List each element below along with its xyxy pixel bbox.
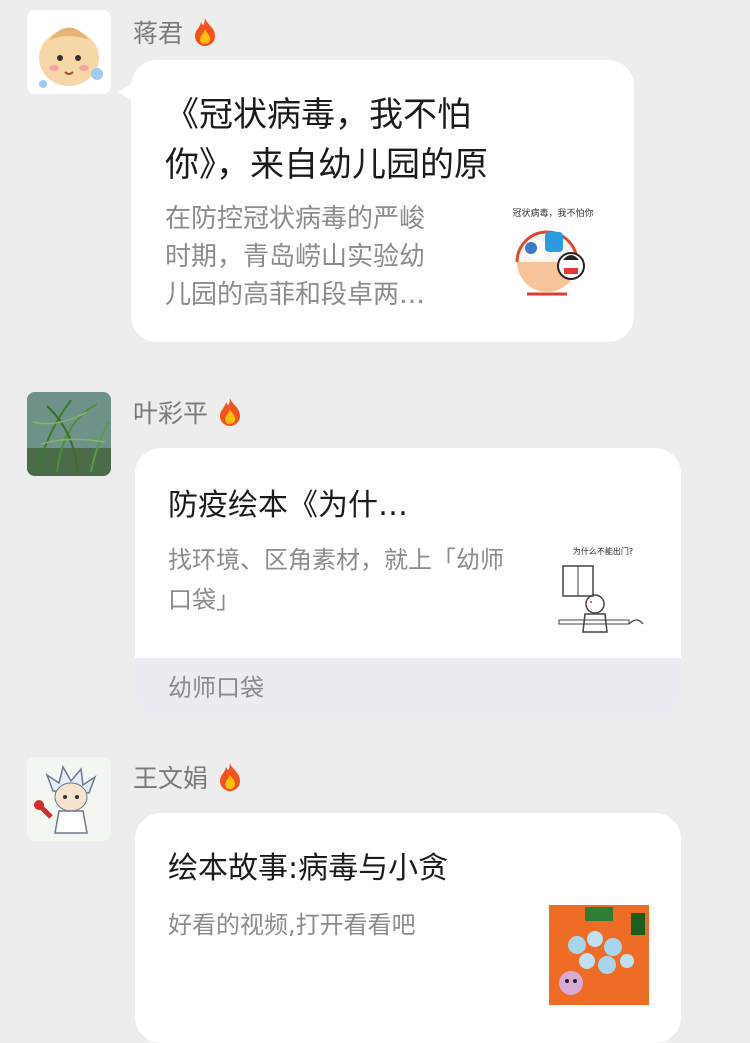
card-description-line: 在防控冠状病毒的严峻 [165, 204, 426, 234]
link-card[interactable]: 绘本故事:病毒与小贪 好看的视频,打开看看吧 [135, 813, 681, 1043]
fire-icon [195, 18, 216, 46]
cartoon-doctor-thumbnail-icon: 冠状病毒，我不怕你 [501, 202, 605, 306]
sender-name-row: 王文娟 [133, 759, 244, 795]
video-cartoon-thumbnail-icon [549, 905, 649, 1005]
link-card[interactable]: 防疫绘本《为什… 找环境、区角素材，就上「幼师 口袋」 为什么不能出门? 幼师口… [135, 448, 681, 718]
card-description: 在防控冠状病毒的严峻 时期，青岛崂山实验幼 儿园的高菲和段卓两… [165, 200, 425, 314]
fire-icon [220, 763, 241, 791]
baby-avatar-icon [39, 27, 103, 88]
fire-icon [220, 398, 241, 426]
card-thumbnail [549, 905, 649, 1005]
card-description-line: 儿园的高菲和段卓两… [165, 280, 426, 310]
card-description: 好看的视频,打开看看吧 [168, 911, 416, 939]
card-description-line: 时期，青岛崂山实验幼 [165, 242, 426, 272]
anime-character-avatar-icon [27, 757, 111, 841]
sender-name: 王文娟 [133, 764, 209, 793]
sender-name-row: 叶彩平 [133, 394, 244, 430]
card-source-footer: 幼师口袋 [135, 658, 681, 718]
sender-name: 蒋君 [133, 19, 184, 48]
card-title: 《冠状病毒，我不怕 你》，来自幼儿园的原 [165, 90, 488, 190]
avatar[interactable] [27, 757, 111, 841]
plant-avatar-icon [27, 392, 111, 476]
card-title-line: 《冠状病毒，我不怕 [165, 95, 471, 135]
avatar[interactable] [27, 10, 111, 94]
thumbnail-caption: 为什么不能出门? [573, 546, 633, 556]
sketch-girl-window-thumbnail-icon: 为什么不能出门? [555, 544, 651, 640]
sender-name: 叶彩平 [133, 399, 209, 428]
link-card[interactable]: 《冠状病毒，我不怕 你》，来自幼儿园的原 在防控冠状病毒的严峻 时期，青岛崂山实… [131, 60, 634, 342]
avatar[interactable] [27, 392, 111, 476]
thumbnail-caption: 冠状病毒，我不怕你 [512, 207, 593, 219]
card-description-line: 找环境、区角素材，就上「幼师 [168, 546, 504, 574]
chat-message-3: 王文娟 绘本故事:病毒与小贪 好看的视频,打开看看吧 [0, 745, 750, 1043]
card-thumbnail: 冠状病毒，我不怕你 [501, 202, 605, 306]
card-description-line: 口袋」 [168, 586, 240, 614]
sender-name-row: 蒋君 [133, 14, 219, 50]
card-title: 防疫绘本《为什… [168, 488, 408, 523]
card-description: 找环境、区角素材，就上「幼师 口袋」 [168, 540, 504, 620]
card-title-line: 你》，来自幼儿园的原 [165, 145, 488, 185]
card-thumbnail: 为什么不能出门? [555, 544, 651, 640]
card-title: 绘本故事:病毒与小贪 [168, 851, 449, 886]
chat-message-1: 蒋君 《冠状病毒，我不怕 你》，来自幼儿园的原 在防控冠状病毒的严峻 时期，青岛… [0, 0, 750, 350]
chat-message-2: 叶彩平 防疫绘本《为什… 找环境、区角素材，就上「幼师 口袋」 为什么不能出门? [0, 380, 750, 725]
